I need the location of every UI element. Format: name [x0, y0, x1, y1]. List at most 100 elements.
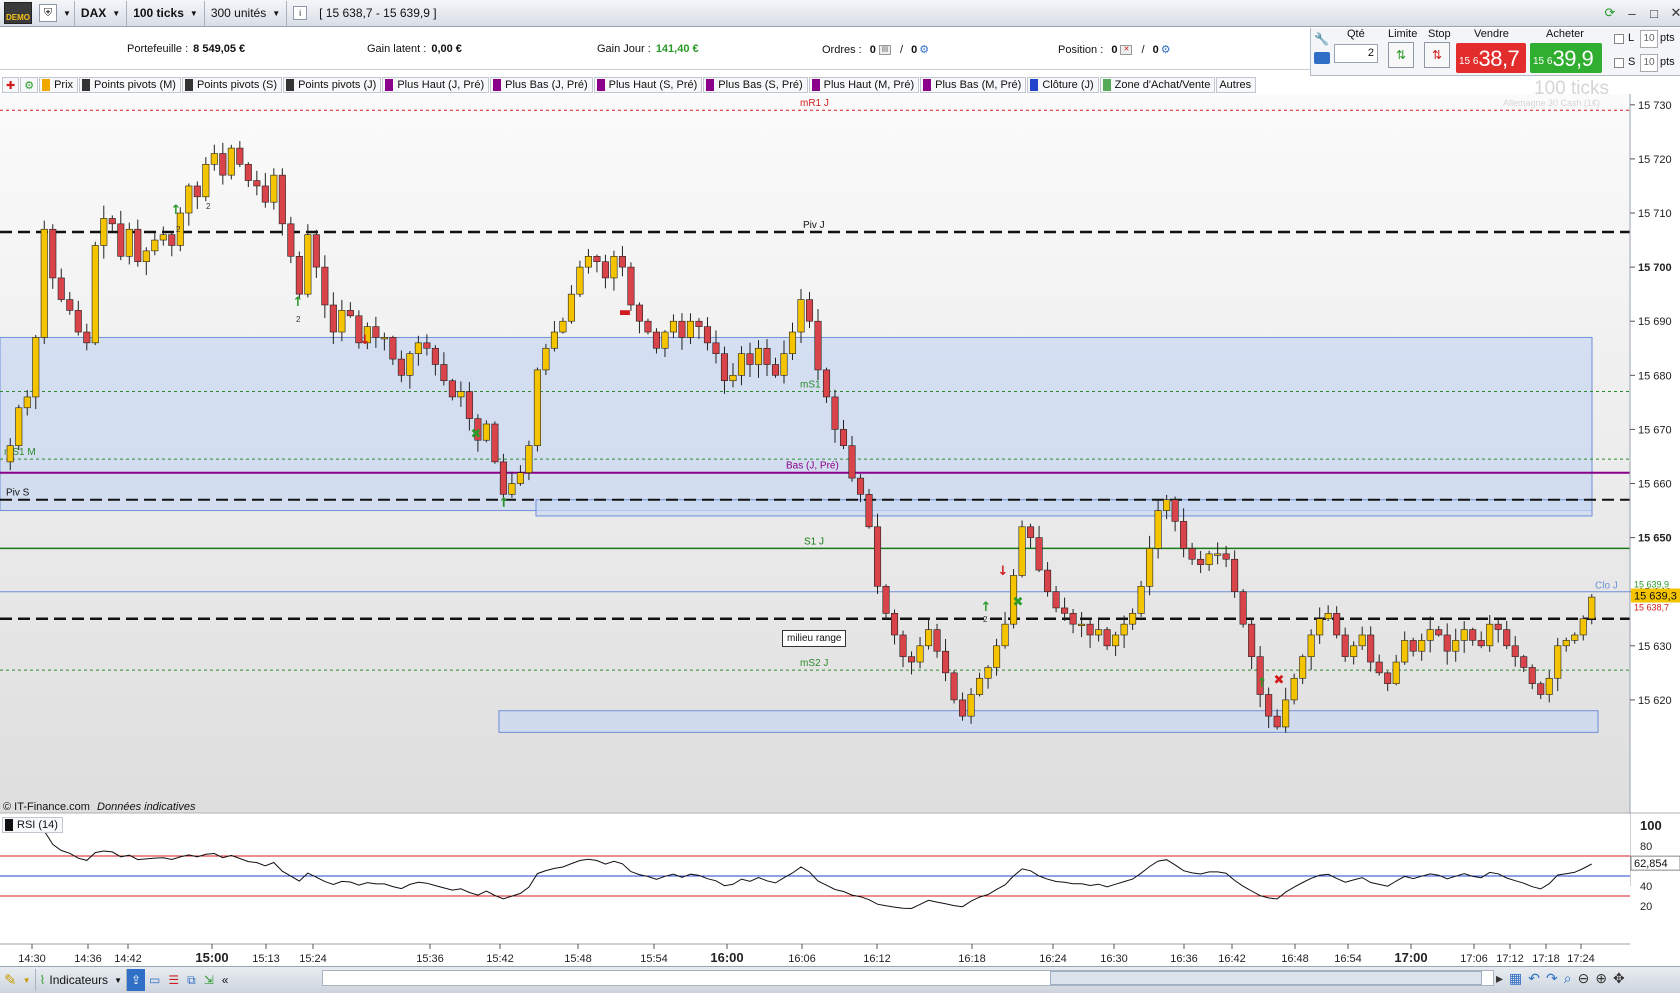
indicator-tab[interactable]: Plus Haut (S, Pré) — [593, 77, 703, 93]
crosshair-icon[interactable]: ✥ — [1613, 970, 1625, 987]
indicator-tab[interactable]: Clôture (J) — [1027, 77, 1099, 93]
price-axis: 15 730 15 720 15 710 15 700 15 690 15 680 15 6… — [1629, 94, 1680, 886]
candle-body — [533, 369, 541, 446]
price-tick-label: 15 680 — [1638, 370, 1672, 382]
list-icon[interactable]: ☰ — [164, 969, 183, 991]
candle-body — [601, 261, 609, 279]
info-button[interactable]: i — [287, 1, 313, 26]
s-pts-field[interactable]: 10 — [1640, 54, 1658, 72]
settings-indicator-button[interactable]: ⚙ — [20, 77, 39, 93]
candle-body — [1333, 613, 1341, 636]
minimize-icon[interactable]: – — [1622, 3, 1642, 23]
shield-settings[interactable]: ⛨ ▼ — [36, 0, 75, 26]
share-icon[interactable]: ⇪ — [126, 969, 146, 991]
candle-body — [610, 255, 618, 279]
instrument-selector[interactable]: DAX ▼ — [75, 0, 128, 26]
close-icon[interactable]: ✕ — [1666, 3, 1680, 23]
candle-body — [933, 629, 941, 652]
wrench-icon[interactable]: 🔧 — [1314, 32, 1330, 48]
scroll-left-icon[interactable]: « — [218, 969, 233, 991]
time-tick-label: 16:06 — [788, 953, 816, 965]
indicator-tab-label: Plus Haut (M, Pré) — [823, 79, 915, 91]
candle-body — [491, 423, 499, 463]
candle-body — [788, 331, 797, 354]
tab-color-swatch — [493, 79, 502, 91]
candle-body — [1188, 548, 1196, 560]
scrollbar-thumb[interactable] — [1050, 971, 1482, 985]
candle-body — [839, 429, 848, 446]
rsi-tab[interactable]: RSI (14) — [2, 817, 63, 833]
zoom-area-icon[interactable]: ⌕ — [1564, 970, 1572, 987]
tab-color-swatch — [184, 79, 193, 91]
quantity-field[interactable]: 2 — [1334, 44, 1378, 63]
candle-body — [1027, 526, 1035, 538]
candle-body — [1418, 640, 1426, 652]
zoom-out-icon[interactable]: ⊖ — [1578, 970, 1590, 987]
refresh-icon[interactable]: ⟳ — [1600, 3, 1620, 23]
candle-body — [482, 423, 490, 441]
candle-body — [193, 185, 201, 198]
candle-body — [771, 364, 780, 376]
stop-order-button[interactable]: ⇅ — [1424, 42, 1450, 68]
redo-icon[interactable]: ↷ — [1546, 970, 1558, 987]
candle-body — [959, 699, 967, 717]
candle-body — [669, 320, 677, 333]
pencil-tool[interactable]: ✎ ▼ — [0, 969, 35, 991]
buy-sell-zone — [0, 336, 1593, 512]
zoom-in-icon[interactable]: ⊕ — [1595, 970, 1607, 987]
candle-body — [406, 353, 414, 376]
s-checkbox[interactable] — [1614, 58, 1624, 68]
comment-icon[interactable]: ▭ — [145, 969, 164, 991]
indicator-tab[interactable]: Points pivots (M) — [79, 77, 181, 93]
indicator-tab[interactable]: Points pivots (S) — [181, 77, 283, 93]
candle-body — [737, 353, 746, 376]
export-icon[interactable]: ⇲ — [200, 969, 218, 991]
sell-button[interactable]: 15 6 38,7 — [1456, 43, 1526, 73]
maximize-icon[interactable]: □ — [1644, 3, 1664, 23]
indicator-tab[interactable]: Plus Haut (J, Pré) — [382, 77, 490, 93]
add-indicator-button[interactable]: ✚ — [2, 77, 20, 93]
scroll-right-icon[interactable]: ▸ — [1496, 970, 1503, 987]
price-chart[interactable]: mR1 JPiv JmS1 JmS1 MBas (J, Pré)Piv SS1 … — [0, 94, 1680, 966]
orders-info[interactable]: Ordres : 0 ▤ / 0 ⚙ — [822, 43, 929, 56]
candle-body — [253, 180, 261, 187]
time-tick-label: 15:48 — [564, 953, 592, 965]
candle-body — [380, 337, 388, 340]
candle-body — [1205, 553, 1213, 565]
indicators-button[interactable]: ⌇ Indicateurs ▼ — [34, 969, 127, 991]
candle-body — [1129, 613, 1137, 625]
limit-order-button[interactable]: ⇅ — [1388, 42, 1414, 68]
buy-button[interactable]: 15 6 39,9 — [1530, 43, 1602, 73]
candle-body — [1358, 634, 1366, 647]
candle-body — [329, 304, 337, 333]
indicator-tab[interactable]: Plus Haut (M, Pré) — [808, 77, 920, 93]
chevron-down-icon: ▼ — [63, 8, 71, 18]
indicator-tab[interactable]: Prix — [39, 77, 79, 93]
candle-body — [202, 164, 210, 198]
window-icon[interactable]: ⧉ — [183, 969, 200, 991]
indicator-tab[interactable]: Points pivots (J) — [283, 77, 382, 93]
l-pts-field[interactable]: 10 — [1640, 30, 1658, 48]
undo-icon[interactable]: ↶ — [1528, 970, 1540, 987]
calendar-icon[interactable]: ▦ — [1509, 970, 1522, 987]
position-info[interactable]: Position : 0 ✕ / 0 ⚙ — [1058, 43, 1171, 56]
candle-body — [1061, 607, 1069, 614]
indicator-tab[interactable]: Plus Bas (S, Pré) — [703, 77, 808, 93]
candle-body — [1316, 618, 1324, 636]
indicator-tab[interactable]: Autres — [1216, 77, 1257, 93]
indicator-tab[interactable]: Plus Bas (J, Pré) — [490, 77, 593, 93]
keyboard-icon[interactable] — [1314, 52, 1330, 64]
orders-value-b: 0 — [911, 44, 918, 56]
l-checkbox[interactable] — [1614, 34, 1624, 44]
units-selector[interactable]: 300 unités ▼ — [205, 0, 288, 26]
candle-body — [278, 174, 286, 225]
marker-count-label: 2 — [296, 315, 301, 324]
candle-body — [542, 347, 550, 371]
time-tick-label: 16:48 — [1281, 953, 1309, 965]
indicator-tab[interactable]: Plus Bas (M, Pré) — [920, 77, 1027, 93]
candle-body — [168, 234, 176, 246]
interval-selector[interactable]: 100 ticks ▼ — [127, 0, 205, 26]
chart-watermark-sub: Allemagne 30 Cash (1€) — [1503, 98, 1601, 108]
indicator-tab[interactable]: Zone d'Achat/Vente — [1099, 77, 1216, 93]
candle-body — [856, 477, 865, 495]
